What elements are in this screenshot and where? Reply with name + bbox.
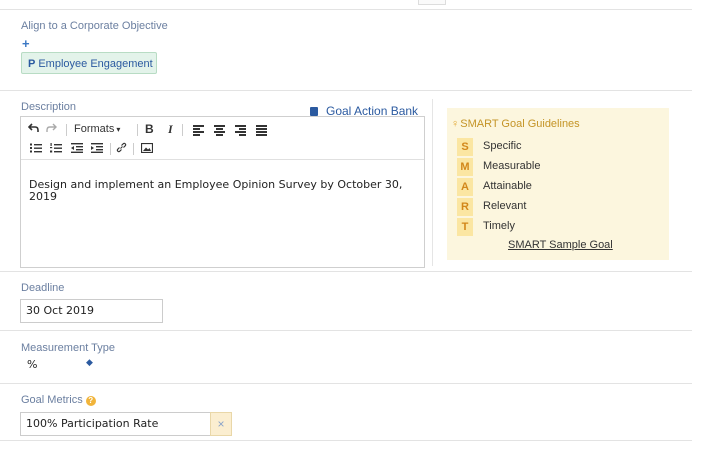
smart-letter: M: [457, 158, 473, 176]
bullet-list-icon[interactable]: [30, 143, 42, 153]
deadline-label: Deadline: [21, 282, 65, 294]
outdent-icon[interactable]: [71, 143, 83, 153]
align-center-icon[interactable]: [214, 125, 225, 136]
align-right-icon[interactable]: [235, 125, 246, 136]
deadline-input[interactable]: 30 Oct 2019: [20, 299, 163, 323]
objective-tag-label: Employee Engagement: [38, 58, 153, 70]
smart-word: Relevant: [483, 200, 527, 212]
numbered-list-icon[interactable]: [50, 143, 62, 153]
smart-guidelines-panel: ♀SMART Goal Guidelines S Specific M Meas…: [447, 108, 669, 260]
indent-icon[interactable]: [91, 143, 103, 153]
smart-sample-goal-link[interactable]: SMART Sample Goal: [508, 239, 613, 251]
smart-title: ♀SMART Goal Guidelines: [451, 118, 580, 130]
select-arrows-icon: ◆: [86, 358, 93, 368]
divider: [0, 271, 692, 272]
page-margin: [692, 0, 702, 450]
smart-letter: R: [457, 198, 473, 216]
smart-letter: S: [457, 138, 473, 156]
goal-form: Align to a Corporate Objective + P Employ…: [0, 0, 692, 450]
align-justify-icon[interactable]: [256, 125, 267, 136]
smart-title-text: SMART Goal Guidelines: [460, 118, 580, 130]
toolbar-separator: [66, 124, 67, 136]
toolbar-separator: [182, 124, 183, 136]
objective-label: Align to a Corporate Objective: [21, 20, 168, 32]
description-label: Description: [21, 101, 77, 113]
toolbar-separator: [137, 124, 138, 136]
align-left-icon[interactable]: [193, 125, 204, 136]
clear-metric-button[interactable]: ×: [210, 412, 232, 436]
bold-button[interactable]: B: [145, 122, 154, 136]
image-icon[interactable]: [141, 143, 153, 153]
smart-letter: A: [457, 178, 473, 196]
lightbulb-icon: ♀: [451, 118, 460, 130]
divider: [0, 9, 692, 10]
divider: [0, 90, 692, 91]
goal-metrics-label-text: Goal Metrics: [21, 394, 83, 406]
top-tab[interactable]: [418, 0, 446, 5]
toolbar-separator: [133, 143, 134, 155]
divider: [0, 383, 692, 384]
smart-letter: T: [457, 218, 473, 236]
editor-toolbar: Formats ▾ B I: [21, 117, 424, 160]
smart-word: Attainable: [483, 180, 532, 192]
italic-button[interactable]: I: [168, 122, 173, 136]
smart-word: Specific: [483, 140, 522, 152]
help-icon[interactable]: ?: [85, 396, 96, 406]
formats-label: Formats: [74, 123, 115, 135]
redo-icon[interactable]: [46, 123, 57, 133]
link-icon[interactable]: [116, 142, 127, 153]
description-editor[interactable]: Formats ▾ B I Design and implement an Em…: [20, 116, 425, 268]
measurement-type-select[interactable]: % ◆: [21, 358, 99, 376]
smart-word: Timely: [483, 220, 515, 232]
undo-icon[interactable]: [28, 123, 39, 133]
measurement-type-label: Measurement Type: [21, 342, 115, 354]
toolbar-separator: [110, 143, 111, 155]
caret-down-icon: ▾: [116, 125, 121, 134]
divider: [0, 330, 692, 331]
goal-metric-input[interactable]: 100% Participation Rate: [20, 412, 211, 436]
column-divider: [432, 99, 433, 266]
divider: [0, 440, 692, 441]
objective-tag[interactable]: P Employee Engagement: [21, 52, 157, 74]
formats-dropdown[interactable]: Formats ▾: [74, 122, 120, 137]
add-objective-button[interactable]: +: [22, 37, 30, 50]
measurement-type-value: %: [27, 358, 38, 371]
flag-icon: P: [28, 58, 36, 70]
book-icon: [310, 107, 318, 116]
goal-metrics-label: Goal Metrics?: [21, 394, 96, 406]
smart-word: Measurable: [483, 160, 541, 172]
description-text[interactable]: Design and implement an Employee Opinion…: [29, 179, 409, 203]
